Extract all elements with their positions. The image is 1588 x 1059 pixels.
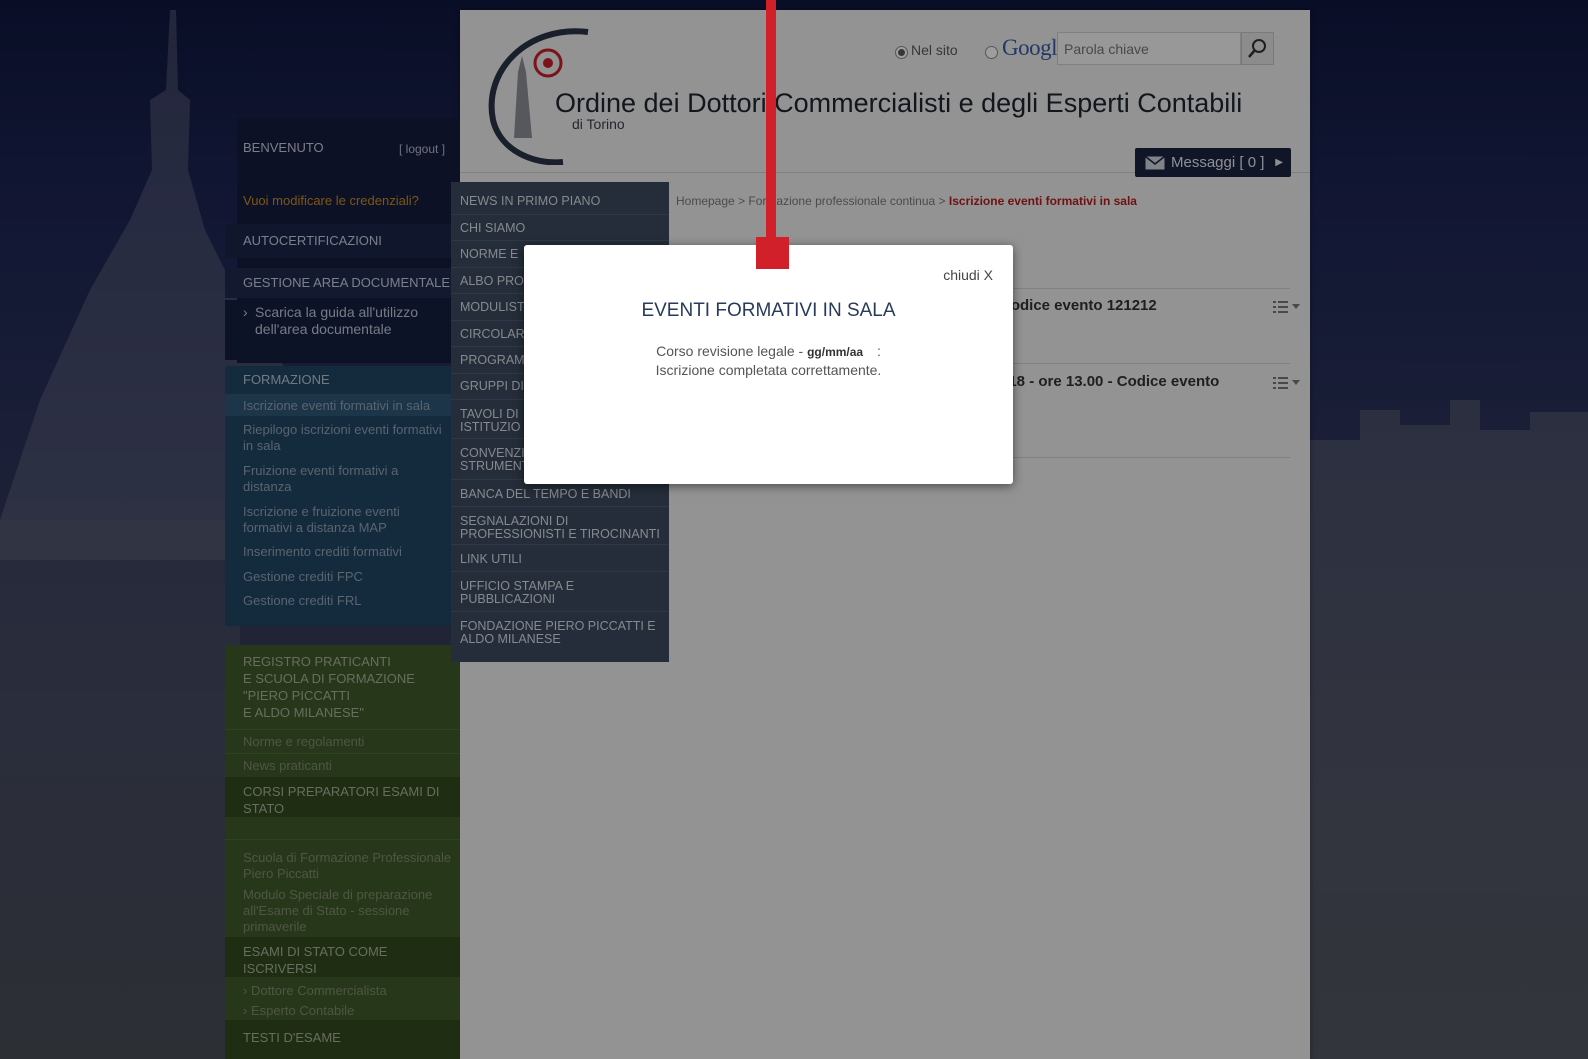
course-date: gg/mm/aa [807,345,864,359]
confirmation-text: Iscrizione completata correttamente. [655,362,882,378]
modal-message: Corso revisione legale - gg/mm/aa : Iscr… [524,342,1013,379]
course-name: Corso revisione legale - [656,343,804,359]
modal-backdrop[interactable] [0,0,1588,1059]
confirmation-modal: chiudi X EVENTI FORMATIVI IN SALA Corso … [524,245,1013,484]
annotation-line [766,0,776,248]
close-button[interactable]: chiudi X [943,267,993,283]
annotation-marker [756,237,789,269]
modal-title: EVENTI FORMATIVI IN SALA [641,300,896,321]
colon-text: : [876,343,881,359]
